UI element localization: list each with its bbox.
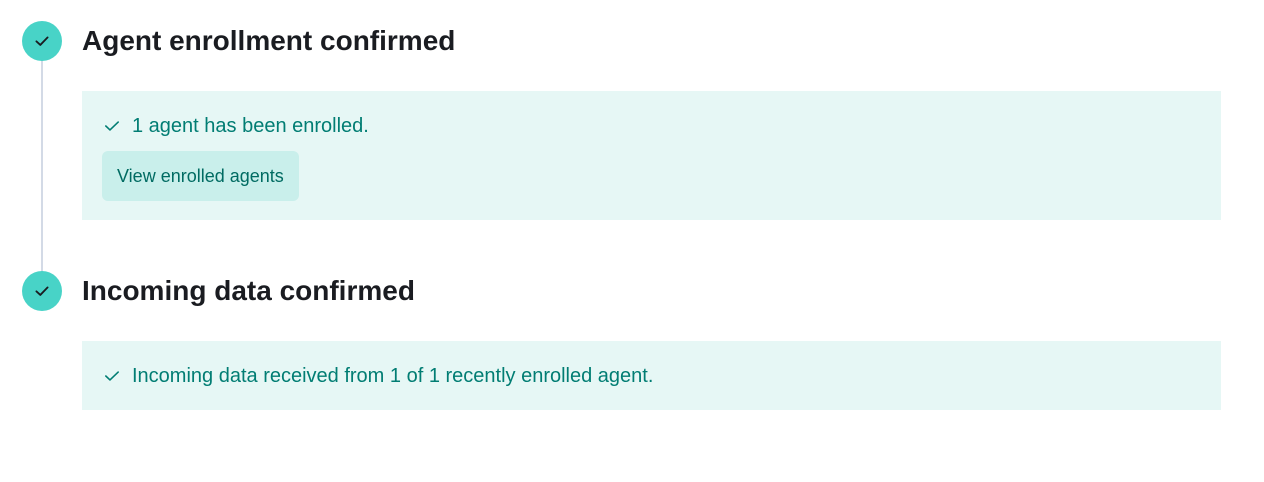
check-icon — [33, 282, 51, 300]
incoming-data-message: Incoming data received from 1 of 1 recen… — [132, 365, 654, 387]
step-1-complete-indicator — [22, 21, 62, 61]
enrollment-message-row: 1 agent has been enrolled. — [102, 114, 369, 138]
steps-connector-line — [41, 60, 43, 272]
enrollment-success-callout: 1 agent has been enrolled. View enrolled… — [82, 91, 1221, 220]
check-icon — [102, 367, 122, 385]
step-2-complete-indicator — [22, 271, 62, 311]
step-2-title: Incoming data confirmed — [82, 275, 415, 306]
view-enrolled-agents-button[interactable]: View enrolled agents — [102, 151, 299, 201]
check-icon — [33, 32, 51, 50]
step-1-title: Agent enrollment confirmed — [82, 25, 456, 56]
enrollment-message: 1 agent has been enrolled. — [132, 115, 369, 137]
check-icon — [102, 117, 122, 135]
incoming-data-message-row: Incoming data received from 1 of 1 recen… — [102, 364, 653, 388]
incoming-data-success-callout: Incoming data received from 1 of 1 recen… — [82, 341, 1221, 410]
